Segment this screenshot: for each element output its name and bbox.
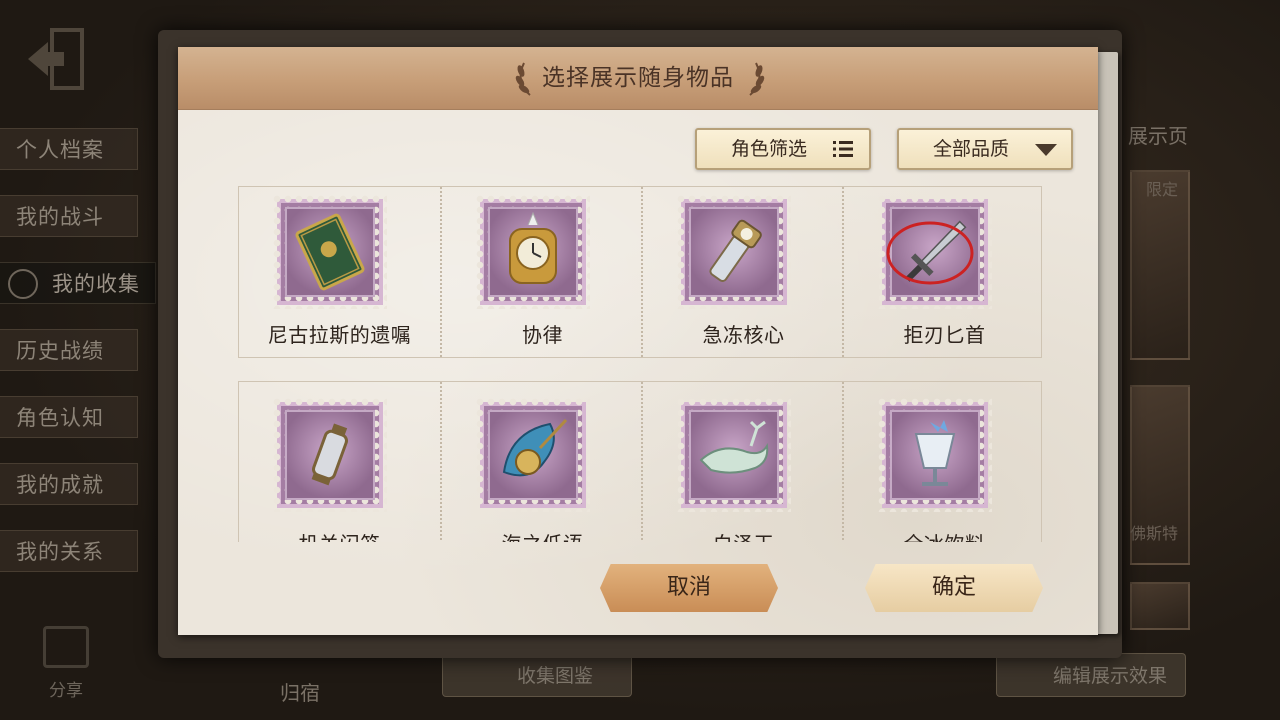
dagger-icon [886,220,974,285]
item-row: 机关闪笼 海之低语 白泽玉 [238,381,1042,542]
item-name: 协律 [522,323,563,347]
item-card[interactable]: 海之低语 [440,382,641,542]
item-stamp [677,398,791,512]
lantern-icon [311,423,349,486]
role-filter-label: 角色筛选 [731,138,808,160]
flashlight-icon [709,219,762,282]
item-card[interactable]: 尼古拉斯的遗嘱 [239,187,440,357]
collection-guide-label: 收集图鉴 [517,665,594,687]
jade-beast-icon [699,420,769,474]
side-item-relations[interactable]: 我的关系 [0,530,138,572]
side-item-achievements[interactable]: 我的成就 [0,463,138,505]
item-card[interactable]: 急冻核心 [641,187,842,357]
home-label: 归宿 [280,681,320,705]
display-page-title: 展示页 [1128,124,1188,148]
item-stamp [878,398,992,512]
share-button[interactable]: 分享 [38,626,94,701]
item-name: 尼古拉斯的遗嘱 [267,323,412,347]
sea-horn-icon [502,418,568,477]
collection-guide-button[interactable]: 收集图鉴 [442,653,632,697]
chevron-down-icon [1035,144,1057,156]
quality-filter-dropdown[interactable]: 全部品质 [897,128,1073,170]
item-name: 海之低语 [442,528,643,542]
display-card[interactable] [1130,582,1190,630]
item-stamp [878,195,992,309]
item-card[interactable]: 拒刃匕首 [842,187,1042,357]
item-card[interactable]: 全冰饮料 [842,382,1042,542]
side-menu: 个人档案 我的战斗 我的收集 历史战绩 角色认知 我的成就 我的关系 [0,128,156,597]
green-book-icon [295,213,365,291]
item-grid: 尼古拉斯的遗嘱 协律 急冻核心 拒刃匕首 [238,186,1042,542]
item-stamp [476,195,590,309]
side-item-role-cognition[interactable]: 角色认知 [0,396,138,438]
limited-tag: 限定 [1146,180,1179,199]
side-item-collection[interactable]: 我的收集 [0,262,156,304]
item-card[interactable]: 协律 [440,187,641,357]
cancel-button[interactable]: 取消 [600,564,778,612]
item-name: 全冰饮料 [844,528,1042,542]
item-card[interactable]: 白泽玉 [641,382,842,542]
ice-drink-icon [914,420,956,486]
edit-display-button[interactable]: 编辑展示效果 [996,653,1186,697]
role-filter-button[interactable]: 角色筛选 [695,128,871,170]
item-name: 拒刃匕首 [903,323,986,347]
share-icon [43,626,89,668]
quality-filter-label: 全部品质 [933,138,1010,160]
edit-display-label: 编辑展示效果 [1053,665,1168,687]
collection-icon [8,269,38,299]
item-stamp [273,398,387,512]
golden-clock-icon [509,211,557,284]
item-name: 急冻核心 [702,323,785,347]
side-item-history[interactable]: 历史战绩 [0,329,138,371]
list-icon [833,141,853,157]
confirm-button[interactable]: 确定 [865,564,1043,612]
item-stamp [476,398,590,512]
item-stamp [273,195,387,309]
exit-icon[interactable] [22,24,92,94]
character-name: 佛斯特 [1130,524,1179,543]
item-name: 机关闪笼 [239,528,440,542]
side-item-battles[interactable]: 我的战斗 [0,195,138,237]
item-row: 尼古拉斯的遗嘱 协律 急冻核心 拒刃匕首 [238,186,1042,358]
item-name: 白泽玉 [643,528,844,542]
item-card[interactable]: 机关闪笼 [239,382,440,542]
side-item-collection-label: 我的收集 [52,272,140,296]
share-label: 分享 [49,681,83,701]
dialog-title: 选择展示随身物品 [542,65,734,91]
side-item-profile[interactable]: 个人档案 [0,128,138,170]
item-stamp [677,195,791,309]
